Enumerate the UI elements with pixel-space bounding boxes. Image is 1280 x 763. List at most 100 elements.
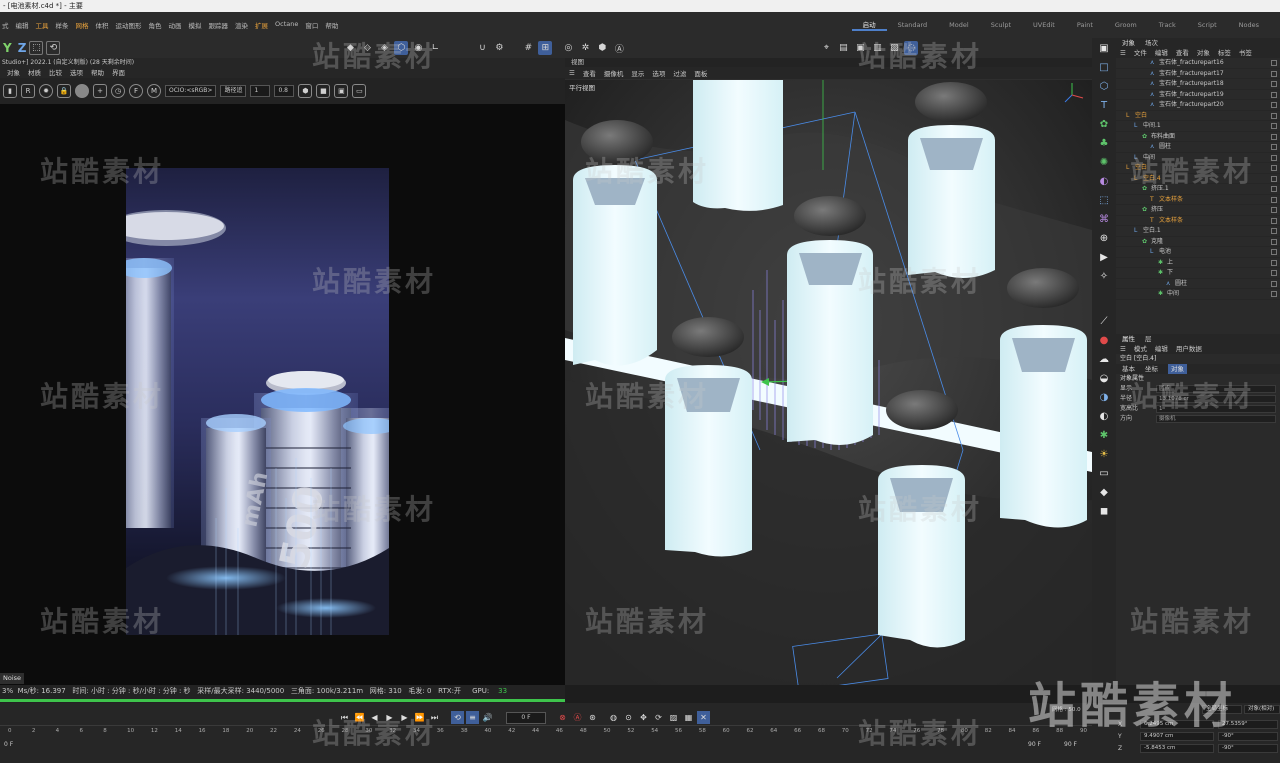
- layout-tab[interactable]: 启动: [851, 19, 887, 31]
- toggle-icon[interactable]: ▮: [3, 84, 17, 98]
- prev-key-icon[interactable]: ⏪: [353, 711, 366, 724]
- render-settings-icon[interactable]: ▧: [887, 41, 901, 55]
- text-icon[interactable]: T: [1095, 97, 1113, 114]
- letter-a-icon[interactable]: Ⓐ: [612, 41, 626, 55]
- coord-system-icon[interactable]: ⬚: [29, 41, 44, 55]
- menu-item[interactable]: 模拟: [189, 20, 202, 30]
- f-icon[interactable]: F: [129, 84, 143, 98]
- viewport-menu-item[interactable]: 显示: [631, 68, 644, 78]
- rect-light-icon[interactable]: ▭: [1095, 465, 1113, 482]
- play-icon[interactable]: ▶: [383, 711, 396, 724]
- area-icon[interactable]: ◼: [1095, 503, 1113, 520]
- tonemap-dropdown[interactable]: 路径追: [220, 85, 247, 97]
- motion-icon[interactable]: ⊙: [622, 711, 635, 724]
- visibility-checkbox[interactable]: [1271, 270, 1277, 276]
- object-manager-menu-item[interactable]: 对象: [1197, 48, 1210, 58]
- object-tree-row[interactable]: ✿ 挤压: [1116, 205, 1280, 216]
- visibility-checkbox[interactable]: [1271, 217, 1277, 224]
- lock-icon[interactable]: 🔒: [57, 84, 71, 98]
- move-key-icon[interactable]: ✥: [637, 711, 650, 724]
- layout-tab[interactable]: Groom: [1104, 21, 1148, 29]
- x-position-field[interactable]: 6.2495 cm: [1140, 720, 1214, 729]
- half-sphere-icon[interactable]: ◐: [1095, 408, 1113, 425]
- live-viewer-menu-item[interactable]: 界面: [112, 68, 125, 78]
- menu-item[interactable]: 样条: [56, 20, 69, 30]
- b-rotation-field[interactable]: -90°: [1218, 744, 1278, 753]
- h-rotation-field[interactable]: 27.5359°: [1218, 720, 1278, 729]
- view-icon[interactable]: ▣: [1095, 40, 1113, 57]
- cube-icon[interactable]: □: [1095, 59, 1113, 76]
- menu-item[interactable]: 渲染: [235, 20, 248, 30]
- menu-item[interactable]: 扩展: [255, 20, 268, 30]
- visibility-checkbox[interactable]: [1271, 196, 1277, 203]
- lasso-icon[interactable]: ⌖: [819, 41, 833, 55]
- save-icon[interactable]: ▭: [352, 84, 367, 98]
- end-frame-field-b[interactable]: 90 F: [1064, 741, 1077, 748]
- axis-y-toggle[interactable]: Y: [3, 41, 12, 55]
- attribute-value-field[interactable]: 摄像机: [1156, 415, 1276, 423]
- layout-tab[interactable]: Track: [1148, 21, 1187, 29]
- add-region-icon[interactable]: +: [93, 84, 107, 98]
- viewport-menu-item[interactable]: 摄像机: [604, 68, 624, 78]
- layout-tab[interactable]: Model: [938, 21, 980, 29]
- octane-sphere-icon[interactable]: ◑: [1095, 389, 1113, 406]
- pla-key-icon[interactable]: ✕: [697, 711, 710, 724]
- light-icon[interactable]: ✧: [1095, 268, 1113, 285]
- menu-item[interactable]: 式: [2, 20, 9, 30]
- attribute-menu-item[interactable]: 编辑: [1155, 344, 1168, 354]
- sphere-icon[interactable]: [75, 84, 89, 98]
- visibility-checkbox[interactable]: [1271, 207, 1277, 213]
- visibility-checkbox[interactable]: [1271, 144, 1277, 150]
- prev-frame-icon[interactable]: ◀: [368, 711, 381, 724]
- hexagon-icon[interactable]: ⬢: [595, 41, 609, 55]
- render-queue-icon[interactable]: ▥: [870, 41, 884, 55]
- visibility-checkbox[interactable]: [1271, 102, 1277, 108]
- start-frame-field[interactable]: 0 F: [4, 741, 13, 748]
- sound-icon[interactable]: 🔊: [481, 711, 494, 724]
- object-tree-row[interactable]: L 中间: [1116, 153, 1280, 163]
- scatter-icon[interactable]: ✱: [1095, 427, 1113, 444]
- object-manager-menu-item[interactable]: 文件: [1134, 48, 1147, 58]
- object-tree-row[interactable]: ⋏ 宝石体_fracturepart18: [1116, 79, 1280, 90]
- snap-grid-icon[interactable]: ⊞: [538, 41, 553, 55]
- cloud-icon[interactable]: ☁: [1095, 351, 1113, 368]
- keyframe-selection-icon[interactable]: ◍: [607, 711, 620, 724]
- param-key-icon[interactable]: ▦: [682, 711, 695, 724]
- cube-edge-icon[interactable]: ◇: [360, 41, 374, 55]
- coord-mode-dropdown[interactable]: 全局坐标: [1202, 705, 1242, 714]
- live-viewer-menu-item[interactable]: 比较: [49, 68, 62, 78]
- ocio-dropdown[interactable]: OCIO:<sRGB>: [165, 85, 217, 97]
- live-viewer-menu-item[interactable]: 对象: [7, 68, 20, 78]
- box-icon[interactable]: ⬡: [1095, 78, 1113, 95]
- menu-item[interactable]: 网格: [76, 20, 89, 30]
- visibility-checkbox[interactable]: [1271, 123, 1277, 129]
- m-icon[interactable]: M: [147, 84, 161, 98]
- gear-icon[interactable]: ⚙: [492, 41, 506, 55]
- visibility-checkbox[interactable]: [1271, 70, 1277, 77]
- attribute-subtab[interactable]: 对象: [1168, 364, 1187, 374]
- viewport-menu-item[interactable]: 过滤: [673, 68, 686, 78]
- axis-mode-icon[interactable]: ∟: [428, 41, 442, 55]
- object-tree-row[interactable]: ✱ 上: [1116, 258, 1280, 268]
- octane-settings-icon[interactable]: ◎: [561, 41, 575, 55]
- object-tree-row[interactable]: L 空白.1: [1116, 226, 1280, 237]
- gear-icon[interactable]: ✹: [39, 84, 53, 98]
- go-end-icon[interactable]: ⏭: [428, 711, 441, 724]
- object-manager-menu-item[interactable]: 查看: [1176, 48, 1189, 58]
- menu-item[interactable]: 跟踪器: [209, 20, 229, 30]
- layout-tab[interactable]: Sculpt: [980, 21, 1022, 29]
- cube-face-icon[interactable]: ◈: [377, 41, 391, 55]
- viewport-menu-item[interactable]: 面板: [694, 68, 707, 78]
- y-position-field[interactable]: 9.4907 cm: [1140, 732, 1214, 741]
- object-manager-menu-item[interactable]: 标签: [1218, 48, 1231, 58]
- layout-tab[interactable]: Paint: [1066, 21, 1104, 29]
- visibility-checkbox[interactable]: [1271, 175, 1277, 182]
- viewport-3d[interactable]: [565, 80, 1092, 685]
- visibility-checkbox[interactable]: [1271, 280, 1277, 287]
- visibility-checkbox[interactable]: [1271, 60, 1277, 66]
- attribute-subtab[interactable]: 基本: [1122, 364, 1135, 374]
- current-frame-field[interactable]: 0 F: [506, 711, 546, 724]
- material-icon[interactable]: ⟋: [1095, 313, 1113, 330]
- object-manager-menu-icon[interactable]: ☰: [1120, 48, 1126, 58]
- octane-live-icon[interactable]: ◌: [904, 41, 919, 55]
